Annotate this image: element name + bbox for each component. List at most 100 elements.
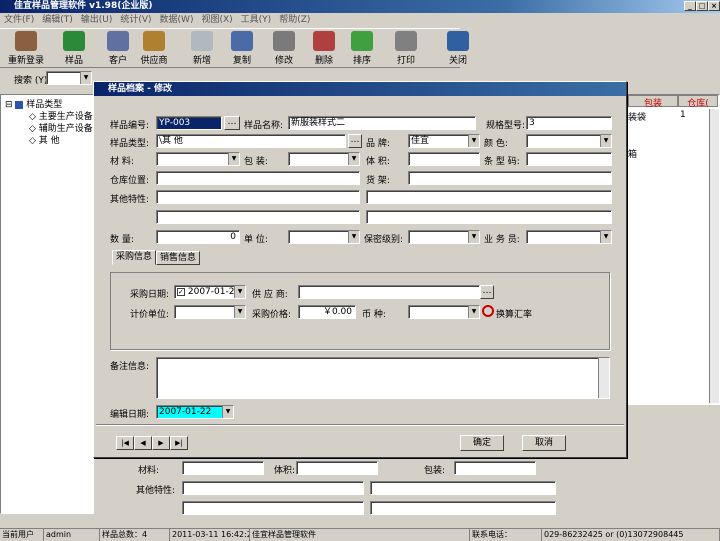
shelf-input[interactable] xyxy=(408,171,612,185)
customer-icon xyxy=(107,31,129,51)
other-input-2[interactable] xyxy=(366,190,612,204)
bg-other-field-1[interactable] xyxy=(182,481,364,495)
type-input[interactable]: \其 他 xyxy=(156,134,346,148)
location-input[interactable] xyxy=(156,171,360,185)
status-cell: 联系电话： xyxy=(470,529,542,541)
dialog-title: 样品档案 - 修改 xyxy=(94,82,626,96)
menu-item[interactable]: 输出(U) xyxy=(81,13,113,27)
grid-header[interactable]: 包装 xyxy=(628,95,678,109)
bg-other-field-2[interactable] xyxy=(370,481,556,495)
toolbar-label: 排序 xyxy=(352,56,371,66)
toolbar-label: 重新登录 xyxy=(7,56,44,66)
close-button[interactable]: × xyxy=(708,1,720,11)
barcode-input[interactable] xyxy=(526,152,612,166)
menu-item[interactable]: 文件(F) xyxy=(4,13,34,27)
grid-cell[interactable]: 装袋 xyxy=(628,110,646,123)
other-input-4[interactable] xyxy=(366,210,612,224)
relogin-icon xyxy=(15,31,37,51)
other-input-3[interactable] xyxy=(156,210,360,224)
tab-purchase[interactable]: 采购信息 xyxy=(112,250,156,265)
menu-item[interactable]: 数据(W) xyxy=(160,13,194,27)
record-nav-button[interactable]: ▶| xyxy=(170,436,188,450)
ok-button[interactable]: 确定 xyxy=(460,435,504,451)
bg-volume-field[interactable] xyxy=(296,461,378,475)
record-nav-button[interactable]: ◀ xyxy=(134,436,152,450)
spec-input[interactable]: 3 xyxy=(526,116,612,130)
unit-select[interactable] xyxy=(288,230,360,244)
qty-label: 数 量: xyxy=(110,235,134,245)
toolbar-label: 复制 xyxy=(232,56,251,66)
toolbar-button[interactable]: 排序 xyxy=(340,31,384,67)
record-nav-button[interactable]: |◀ xyxy=(116,436,134,450)
grid-scrollbar[interactable] xyxy=(709,109,719,403)
code-input[interactable]: YP-003 xyxy=(156,116,222,130)
toolbar-button[interactable]: 打印 xyxy=(384,31,428,67)
bg-pack-field[interactable] xyxy=(454,461,536,475)
bg-other-field-3[interactable] xyxy=(182,501,364,515)
material-select[interactable] xyxy=(156,152,240,166)
qty-input[interactable]: 0 xyxy=(156,230,240,244)
price-unit-select[interactable] xyxy=(174,305,246,319)
menu-item[interactable]: 帮助(Z) xyxy=(279,13,310,27)
pack-select[interactable] xyxy=(288,152,360,166)
volume-input[interactable] xyxy=(408,152,480,166)
brand-select[interactable]: 佳宜 xyxy=(408,134,480,148)
type-browse-button[interactable]: … xyxy=(348,134,362,148)
supplier-browse-button[interactable]: … xyxy=(480,285,494,299)
grid-cell[interactable]: 箱 xyxy=(628,147,637,160)
price-input[interactable]: ￥0.00 xyxy=(298,305,356,319)
edit-icon xyxy=(273,31,295,51)
date-checkbox[interactable]: ✓ xyxy=(177,287,185,296)
other-input-1[interactable] xyxy=(156,190,360,204)
bg-material-field[interactable] xyxy=(182,461,264,475)
menu-item[interactable]: 统计(V) xyxy=(120,13,151,27)
status-cell: admin xyxy=(44,529,100,541)
toolbar-label: 样品 xyxy=(64,56,83,66)
color-select[interactable] xyxy=(526,134,612,148)
add-icon xyxy=(191,31,213,51)
refresh-icon[interactable] xyxy=(482,305,494,317)
pack-label: 包 装: xyxy=(244,157,268,167)
tree-item[interactable]: ◇ 其 他 xyxy=(29,133,60,146)
secret-select[interactable] xyxy=(408,230,480,244)
menu-item[interactable]: 视图(X) xyxy=(201,13,232,27)
supplier-input[interactable] xyxy=(298,285,480,299)
sort-icon xyxy=(351,31,373,51)
edit-date-picker[interactable]: 2007-01-22 xyxy=(156,405,234,419)
toolbar-button[interactable]: 供应商 xyxy=(132,31,176,67)
price-unit-label: 计价单位: xyxy=(130,310,170,320)
cancel-button[interactable]: 取消 xyxy=(522,435,566,451)
data-grid: 包装 仓库( 装袋 1 箱 xyxy=(627,94,720,404)
toolbar-button[interactable]: 重新登录 xyxy=(4,31,48,67)
currency-select[interactable] xyxy=(408,305,480,319)
note-textarea[interactable] xyxy=(156,357,610,399)
name-input[interactable]: 新服装样式二 xyxy=(288,116,476,130)
menu-item[interactable]: 编辑(T) xyxy=(42,13,73,27)
type-label: 样品类型: xyxy=(110,139,150,149)
toolbar-button[interactable]: 新增 xyxy=(180,31,224,67)
toolbar-button[interactable]: 修改 xyxy=(262,31,306,67)
search-field-select[interactable] xyxy=(46,71,92,85)
grid-cell[interactable]: 1 xyxy=(680,110,686,120)
printer-icon xyxy=(395,31,417,51)
purchase-date-picker[interactable]: ✓ 2007-01-22 xyxy=(174,285,246,299)
toolbar-label: 修改 xyxy=(274,56,293,66)
toolbar-label: 打印 xyxy=(396,56,415,66)
menu-item[interactable]: 工具(Y) xyxy=(241,13,272,27)
toolbar-button[interactable]: 样品 xyxy=(52,31,96,67)
bg-other-field-4[interactable] xyxy=(370,501,556,515)
note-scrollbar[interactable] xyxy=(598,358,609,398)
grid-header[interactable]: 仓库( xyxy=(678,95,718,109)
maximize-button[interactable]: □ xyxy=(696,1,708,11)
dialog-separator xyxy=(96,424,624,426)
toolbar-button[interactable]: 关闭 xyxy=(436,31,480,67)
category-tree: ⊟ 样品类型 ◇ 主要生产设备 ◇ 辅助生产设备 ◇ 其 他 xyxy=(0,94,94,514)
tab-sales[interactable]: 销售信息 xyxy=(156,251,200,265)
copy-icon xyxy=(231,31,253,51)
toolbar-button[interactable]: 复制 xyxy=(220,31,264,67)
secret-label: 保密级别: xyxy=(364,235,404,245)
record-nav-button[interactable]: ▶ xyxy=(152,436,170,450)
code-browse-button[interactable]: … xyxy=(224,116,240,130)
staff-select[interactable] xyxy=(526,230,612,244)
minimize-button[interactable]: _ xyxy=(684,1,696,11)
